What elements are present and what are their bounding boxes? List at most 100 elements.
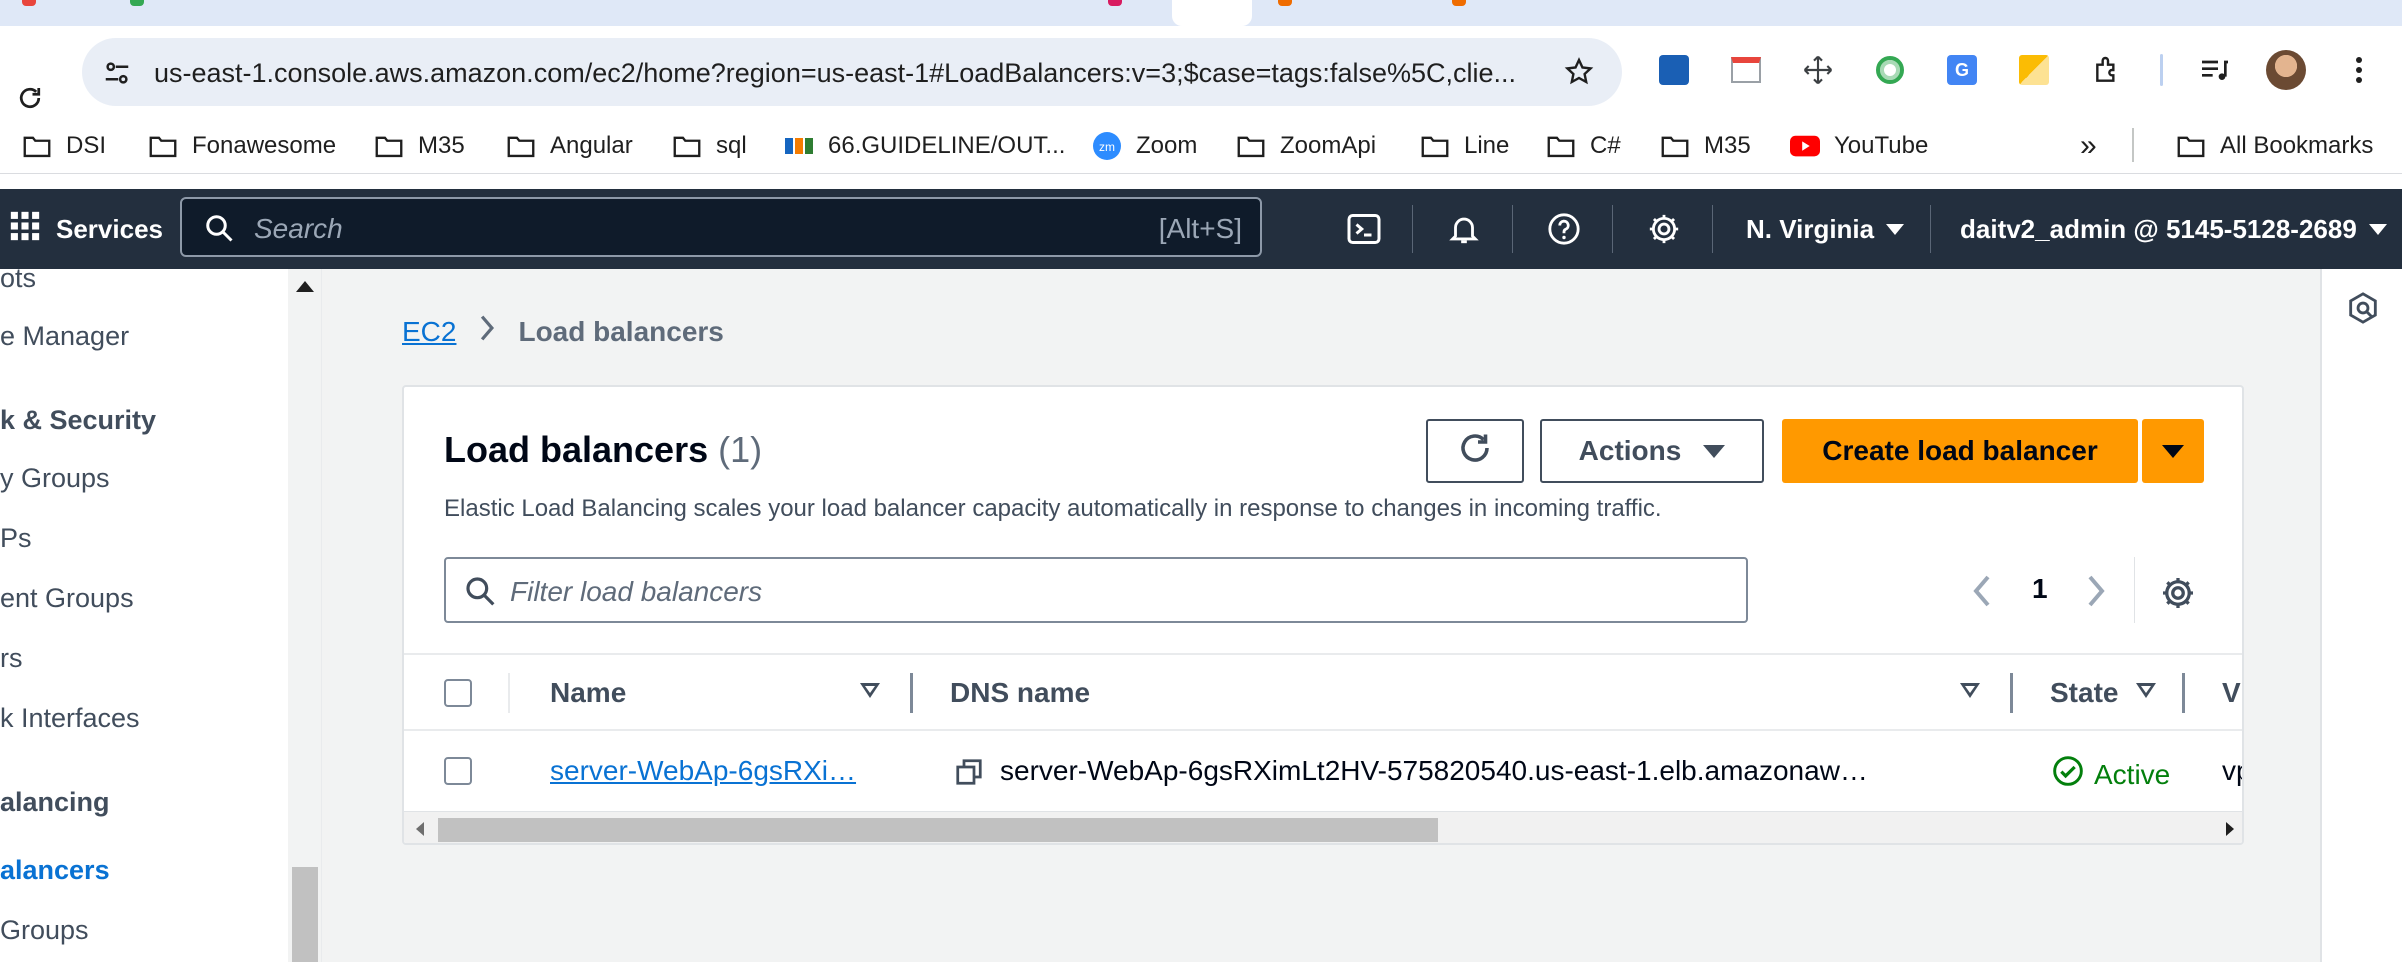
table-horizontal-scrollbar[interactable]: [404, 811, 2242, 843]
pagination-current-page[interactable]: 1: [2032, 573, 2048, 605]
sort-icon[interactable]: [860, 683, 880, 698]
sidebar-item[interactable]: ots: [0, 269, 36, 294]
folder-icon: [148, 131, 178, 161]
scroll-left-arrow-icon[interactable]: [416, 822, 424, 836]
tab-favicon-fragment[interactable]: [22, 0, 36, 6]
browser-menu-icon[interactable]: [2344, 52, 2374, 88]
horizontal-scroll-thumb[interactable]: [438, 818, 1438, 842]
breadcrumb: EC2 Load balancers: [402, 315, 724, 348]
scroll-right-arrow-icon[interactable]: [2226, 822, 2234, 836]
tab-favicon-fragment[interactable]: [1278, 0, 1292, 6]
address-bar[interactable]: us-east-1.console.aws.amazon.com/ec2/hom…: [82, 38, 1622, 106]
all-bookmarks-button[interactable]: All Bookmarks: [2176, 130, 2373, 162]
extension-icon[interactable]: [2016, 52, 2052, 88]
column-resize-handle[interactable]: [2182, 673, 2185, 713]
url-text[interactable]: us-east-1.console.aws.amazon.com/ec2/hom…: [154, 58, 1544, 89]
column-header-name[interactable]: Name: [550, 677, 626, 709]
bookmarks-overflow-button[interactable]: »: [2080, 129, 2097, 162]
reload-icon[interactable]: [10, 78, 50, 118]
bookmark-item[interactable]: Line: [1420, 130, 1509, 162]
column-header-vpc[interactable]: VI: [2222, 677, 2242, 709]
search-icon: [464, 575, 496, 607]
account-menu[interactable]: daitv2_admin @ 5145-5128-2689: [1960, 209, 2387, 249]
bookmark-item[interactable]: Fonawesome: [148, 130, 336, 162]
bookmark-item[interactable]: M35: [1660, 130, 1751, 162]
bookmark-item[interactable]: ZoomApi: [1236, 130, 1376, 162]
sort-icon[interactable]: [1960, 683, 1980, 698]
copy-icon[interactable]: [954, 757, 984, 792]
bookmark-star-icon[interactable]: [1562, 55, 1596, 89]
region-selector[interactable]: N. Virginia: [1746, 209, 1905, 249]
cloudshell-icon[interactable]: [1344, 209, 1384, 249]
bookmark-item[interactable]: sql: [672, 130, 747, 162]
sidebar-scrollbar[interactable]: [288, 269, 321, 962]
filter-load-balancers-input[interactable]: Filter load balancers: [444, 557, 1748, 623]
extension-icon[interactable]: [1656, 52, 1692, 88]
sidebar-item[interactable]: e Manager: [0, 321, 129, 352]
bookmark-item[interactable]: 66.GUIDELINE/OUT...: [784, 130, 1065, 162]
bookmark-item[interactable]: Angular: [506, 130, 633, 162]
fpt-icon: [784, 131, 814, 161]
load-balancers-panel: Load balancers (1) Actions Create load b…: [402, 385, 2244, 845]
sidebar-item[interactable]: k Interfaces: [0, 703, 140, 734]
column-header-dns-name[interactable]: DNS name: [950, 677, 1090, 709]
create-load-balancer-button[interactable]: Create load balancer: [1782, 419, 2138, 483]
sidebar-item[interactable]: rs: [0, 643, 23, 674]
sidebar-item[interactable]: y Groups: [0, 463, 110, 494]
bookmark-label: Angular: [550, 132, 633, 159]
sidebar-item[interactable]: alancers: [0, 855, 110, 886]
services-menu-button[interactable]: Services: [8, 209, 163, 249]
breadcrumb-ec2-link[interactable]: EC2: [402, 316, 456, 348]
profile-avatar[interactable]: [2266, 50, 2306, 90]
load-balancer-name-link[interactable]: server-WebAp-6gsRXi…: [550, 755, 856, 787]
extension-move-icon[interactable]: [1800, 52, 1836, 88]
bookmark-item[interactable]: M35: [374, 130, 465, 162]
actions-button[interactable]: Actions: [1540, 419, 1764, 483]
bookmark-item[interactable]: zm Zoom: [1092, 130, 1197, 162]
extensions-puzzle-icon[interactable]: [2090, 52, 2126, 88]
tab-favicon-fragment[interactable]: [1108, 0, 1122, 6]
bookmark-item[interactable]: YouTube: [1790, 130, 1928, 162]
column-resize-handle[interactable]: [2010, 673, 2013, 713]
settings-gear-icon[interactable]: [1644, 209, 1684, 249]
google-translate-icon[interactable]: G: [1944, 52, 1980, 88]
sidebar-section-heading[interactable]: alancing: [0, 787, 110, 818]
bookmark-item[interactable]: DSI: [22, 130, 106, 162]
sidebar-item[interactable]: ent Groups: [0, 583, 134, 614]
table-preferences-gear-icon[interactable]: [2158, 573, 2198, 613]
bookmark-item[interactable]: C#: [1546, 130, 1621, 162]
media-control-icon[interactable]: [2196, 52, 2232, 88]
aws-search-input[interactable]: Search [Alt+S]: [180, 197, 1262, 257]
tab-favicon-fragment[interactable]: [130, 0, 144, 6]
caret-down-icon: [2162, 444, 2184, 458]
sidebar-item[interactable]: Ps: [0, 523, 32, 554]
sort-icon[interactable]: [2136, 683, 2156, 698]
site-info-icon[interactable]: [100, 56, 134, 90]
pagination-prev-icon[interactable]: [1966, 571, 1998, 611]
refresh-icon: [1457, 430, 1493, 473]
scroll-up-arrow-icon[interactable]: [296, 281, 314, 292]
sidebar-item[interactable]: Groups: [0, 915, 89, 946]
sidebar-section-heading[interactable]: k & Security: [0, 405, 156, 436]
tools-panel-icon[interactable]: [2344, 289, 2382, 327]
create-load-balancer-dropdown-button[interactable]: [2142, 419, 2204, 483]
tab-favicon-fragment[interactable]: [1452, 0, 1466, 6]
sidebar-scroll-thumb[interactable]: [292, 867, 318, 962]
bookmarks-separator: [2132, 128, 2134, 162]
folder-icon: [1236, 131, 1266, 161]
panel-description: Elastic Load Balancing scales your load …: [444, 495, 1662, 522]
column-resize-handle[interactable]: [910, 673, 913, 713]
notifications-bell-icon[interactable]: [1444, 209, 1484, 249]
pagination-next-icon[interactable]: [2080, 571, 2112, 611]
extension-icon[interactable]: [1728, 52, 1764, 88]
row-checkbox[interactable]: [444, 757, 472, 785]
refresh-button[interactable]: [1426, 419, 1524, 483]
column-header-state[interactable]: State: [2050, 677, 2118, 709]
nav-divider: [1712, 205, 1713, 253]
select-all-checkbox[interactable]: [444, 679, 472, 707]
help-icon[interactable]: [1544, 209, 1584, 249]
toolbar-separator: [2160, 54, 2163, 86]
table-header: Name DNS name State VI: [404, 653, 2242, 731]
extension-icon[interactable]: [1872, 52, 1908, 88]
active-tab[interactable]: [1172, 0, 1252, 26]
